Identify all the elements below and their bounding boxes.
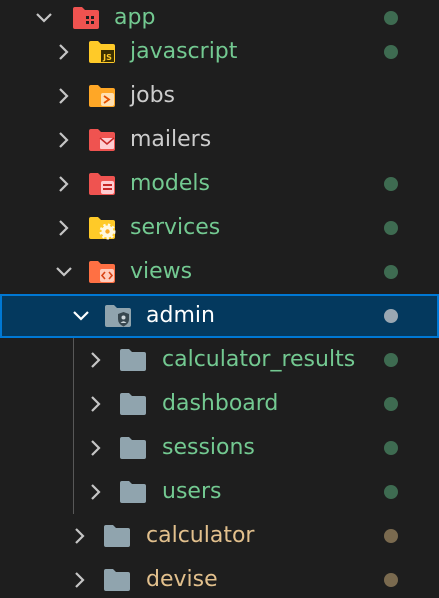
chevron-right-icon[interactable] bbox=[53, 118, 75, 162]
chevron-right-icon[interactable] bbox=[69, 514, 91, 558]
app-folder-icon bbox=[72, 5, 100, 31]
tree-item-label: users bbox=[162, 479, 222, 504]
untracked-status-dot bbox=[384, 441, 398, 455]
chevron-right-icon[interactable] bbox=[85, 470, 107, 514]
tree-item-javascript[interactable]: JS javascript bbox=[0, 30, 439, 74]
tree-item-devise[interactable]: devise bbox=[0, 558, 439, 598]
tree-item-label: admin bbox=[146, 303, 215, 328]
chevron-right-icon[interactable] bbox=[53, 74, 75, 118]
javascript-folder-icon: JS bbox=[88, 39, 116, 65]
tree-item-label: mailers bbox=[130, 127, 212, 152]
gear-folder-icon bbox=[88, 215, 116, 241]
untracked-status-dot bbox=[384, 221, 398, 235]
folder-icon bbox=[103, 523, 131, 549]
untracked-status-dot bbox=[384, 45, 398, 59]
folder-icon bbox=[119, 347, 147, 373]
tree-item-jobs[interactable]: jobs bbox=[0, 74, 439, 118]
untracked-status-dot bbox=[384, 11, 398, 25]
tree-item-label: models bbox=[130, 171, 210, 196]
selected-status-dot bbox=[384, 309, 398, 323]
tree-item-models[interactable]: models bbox=[0, 162, 439, 206]
tree-item-users[interactable]: users bbox=[0, 470, 439, 514]
file-explorer-tree: app JS javascript jobs mailers models se… bbox=[0, 0, 439, 598]
tree-item-services[interactable]: services bbox=[0, 206, 439, 250]
chevron-down-icon[interactable] bbox=[70, 294, 92, 338]
folder-icon bbox=[119, 435, 147, 461]
chevron-right-icon[interactable] bbox=[85, 382, 107, 426]
tree-item-label: javascript bbox=[130, 39, 238, 64]
tree-item-mailers[interactable]: mailers bbox=[0, 118, 439, 162]
jobs-folder-icon bbox=[88, 83, 116, 109]
tree-item-label: dashboard bbox=[162, 391, 279, 416]
untracked-status-dot bbox=[384, 265, 398, 279]
tree-item-label: jobs bbox=[130, 83, 175, 108]
tree-item-label: services bbox=[130, 215, 221, 240]
chevron-right-icon[interactable] bbox=[53, 206, 75, 250]
untracked-status-dot bbox=[384, 485, 398, 499]
folder-icon bbox=[103, 567, 131, 593]
mail-folder-icon bbox=[88, 127, 116, 153]
shield-folder-icon bbox=[104, 303, 132, 329]
tree-item-sessions[interactable]: sessions bbox=[0, 426, 439, 470]
chevron-right-icon[interactable] bbox=[53, 162, 75, 206]
tree-item-label: devise bbox=[146, 567, 218, 592]
code-folder-icon bbox=[88, 259, 116, 285]
chevron-down-icon[interactable] bbox=[53, 250, 75, 294]
tree-item-views[interactable]: views bbox=[0, 250, 439, 294]
tree-item-dashboard[interactable]: dashboard bbox=[0, 382, 439, 426]
svg-text:JS: JS bbox=[102, 53, 112, 62]
chevron-right-icon[interactable] bbox=[85, 426, 107, 470]
untracked-status-dot bbox=[384, 177, 398, 191]
tree-item-admin[interactable]: admin bbox=[0, 294, 439, 338]
chevron-right-icon[interactable] bbox=[69, 558, 91, 598]
tree-item-calculator[interactable]: calculator bbox=[0, 514, 439, 558]
tree-item-label: calculator_results bbox=[162, 347, 356, 372]
chevron-right-icon[interactable] bbox=[85, 338, 107, 382]
tree-item-calculator-results[interactable]: calculator_results bbox=[0, 338, 439, 382]
chevron-right-icon[interactable] bbox=[53, 30, 75, 74]
modified-status-dot bbox=[384, 529, 398, 543]
tree-item-label: calculator bbox=[146, 523, 255, 548]
folder-icon bbox=[119, 479, 147, 505]
modified-status-dot bbox=[384, 573, 398, 587]
database-folder-icon bbox=[88, 171, 116, 197]
untracked-status-dot bbox=[384, 397, 398, 411]
untracked-status-dot bbox=[384, 353, 398, 367]
tree-item-label: views bbox=[130, 259, 193, 284]
folder-icon bbox=[119, 391, 147, 417]
tree-item-label: sessions bbox=[162, 435, 255, 460]
